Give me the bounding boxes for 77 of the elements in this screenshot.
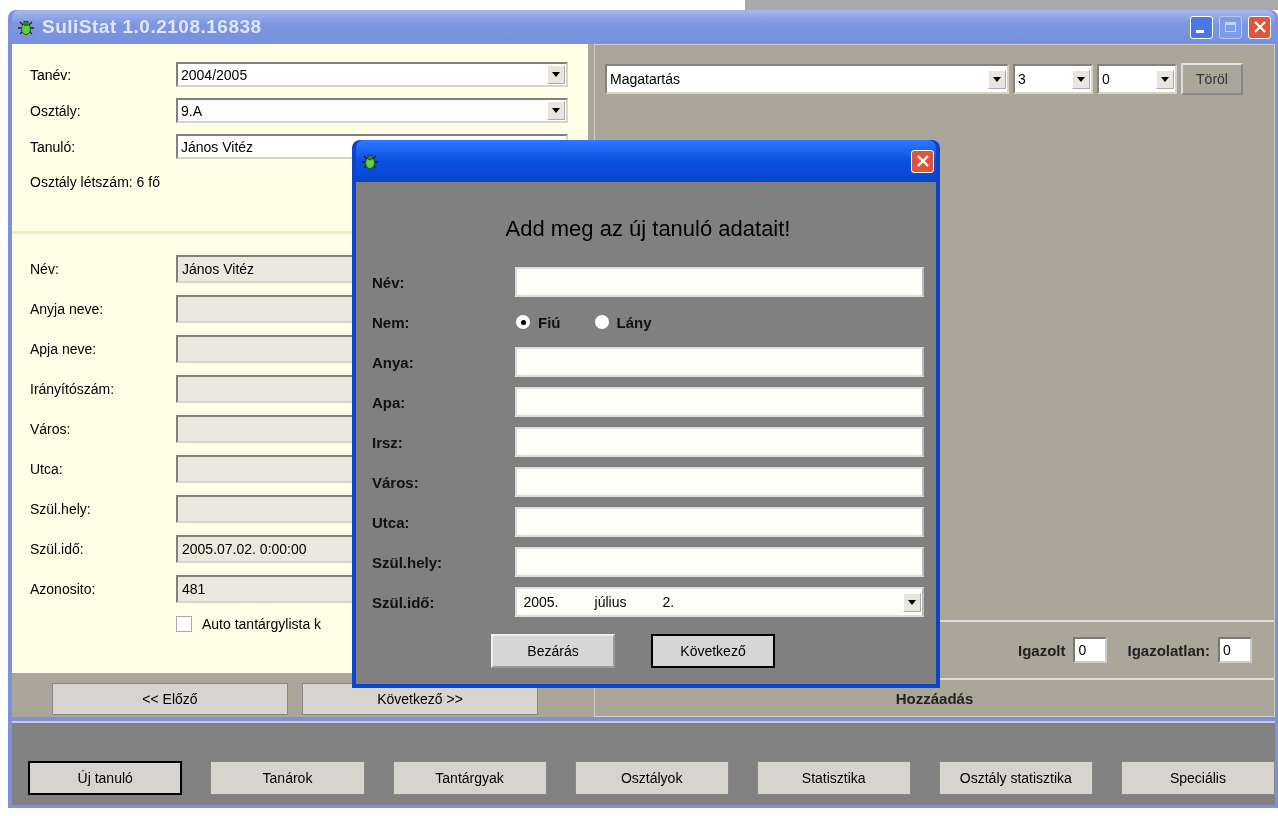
- delete-button[interactable]: Töröl: [1181, 63, 1243, 95]
- toolbar-button[interactable]: Osztályok: [574, 761, 729, 795]
- input-field[interactable]: [515, 467, 924, 497]
- dropdown-field[interactable]: 9.A: [176, 98, 568, 123]
- field-label: Osztály:: [30, 102, 82, 119]
- maximize-icon: [1225, 22, 1236, 32]
- field-label: Tanuló:: [30, 138, 77, 155]
- radio-label: Fiú: [538, 313, 561, 331]
- excused-label: Igazolt: [1018, 641, 1066, 659]
- field-label: Név:: [30, 261, 60, 277]
- field-label: Utca:: [30, 461, 64, 477]
- field-label: Város:: [30, 421, 72, 437]
- input-field[interactable]: [515, 427, 924, 457]
- input-field[interactable]: [515, 387, 924, 417]
- nav-button[interactable]: << Előző: [52, 683, 288, 715]
- toolbar-button[interactable]: Statisztika: [756, 761, 911, 795]
- dropdown-button[interactable]: [903, 592, 921, 612]
- count-dropdown[interactable]: 0: [1097, 64, 1177, 94]
- field-label: Szül.idő:: [372, 593, 436, 611]
- close-button[interactable]: [1248, 15, 1271, 39]
- dropdown-button[interactable]: [547, 65, 565, 84]
- caret-icon: [993, 76, 1001, 82]
- date-picker-field[interactable]: 2005. július 2.: [515, 587, 924, 617]
- dropdown-button[interactable]: [1072, 69, 1090, 89]
- caret-icon: [552, 108, 560, 113]
- radio-button[interactable]: [516, 315, 530, 329]
- window-title: SuliStat 1.0.2108.16838: [42, 16, 262, 38]
- input-field[interactable]: [515, 547, 924, 577]
- unexcused-field[interactable]: 0: [1218, 637, 1252, 663]
- radio-label: Lány: [616, 313, 652, 331]
- input-field[interactable]: [515, 347, 924, 377]
- field-label: Irányítószám:: [30, 381, 116, 397]
- radio-button[interactable]: [594, 315, 609, 329]
- field-label: Azonosito:: [30, 581, 97, 597]
- toolbar-button[interactable]: Speciális: [1120, 761, 1275, 795]
- dialog-button[interactable]: Bezárás: [491, 634, 615, 668]
- field-label: Szül.idő:: [30, 541, 85, 557]
- checkbox-label: Auto tantárgylista k: [202, 616, 322, 632]
- field-label: Tanév:: [30, 66, 73, 83]
- dropdown-field[interactable]: 2004/2005: [176, 62, 568, 87]
- subject-dropdown[interactable]: Magatartás: [605, 64, 1009, 94]
- checkbox[interactable]: [176, 616, 192, 632]
- dropdown-button[interactable]: [988, 69, 1006, 89]
- minimize-icon: [1196, 29, 1204, 33]
- field-label: Szül.hely:: [372, 553, 443, 571]
- dialog-button[interactable]: Következő: [651, 634, 775, 668]
- input-field[interactable]: [515, 267, 924, 297]
- field-label: Anyja neve:: [30, 301, 105, 317]
- field-label: Város:: [372, 473, 420, 491]
- close-button[interactable]: [911, 149, 934, 173]
- caret-icon: [908, 599, 916, 605]
- field-label: Anya:: [372, 353, 415, 371]
- dropdown-button[interactable]: [1156, 69, 1174, 89]
- field-label: Szül.hely:: [30, 501, 92, 517]
- toolbar-button[interactable]: Tantárgyak: [392, 761, 547, 795]
- field-label: Nem:: [372, 313, 411, 331]
- field-label: Apa:: [372, 393, 407, 411]
- field-label: Irsz:: [372, 433, 404, 451]
- close-icon: [916, 155, 929, 167]
- caret-icon: [552, 72, 560, 77]
- toolbar-button[interactable]: Osztály statisztika: [938, 761, 1093, 795]
- toolbar-button[interactable]: Új tanuló: [28, 761, 183, 795]
- toolbar-button[interactable]: Tanárok: [210, 761, 365, 795]
- excused-field[interactable]: 0: [1073, 637, 1108, 663]
- field-label: Név:: [372, 273, 406, 291]
- dropdown-button[interactable]: [547, 101, 565, 120]
- dialog-heading: Add meg az új tanuló adatait!: [504, 215, 792, 243]
- minimize-button[interactable]: [1190, 15, 1213, 39]
- class-size-text: Osztály létszám: 6 fő: [30, 174, 161, 190]
- field-label: Apja neve:: [30, 341, 98, 357]
- grade-dropdown[interactable]: 3: [1013, 64, 1093, 94]
- caret-icon: [1161, 76, 1169, 82]
- caret-icon: [1077, 76, 1085, 82]
- input-field[interactable]: [515, 507, 924, 537]
- field-label: Utca:: [372, 513, 411, 531]
- close-icon: [1253, 21, 1266, 33]
- unexcused-label: Igazolatlan:: [1127, 641, 1210, 659]
